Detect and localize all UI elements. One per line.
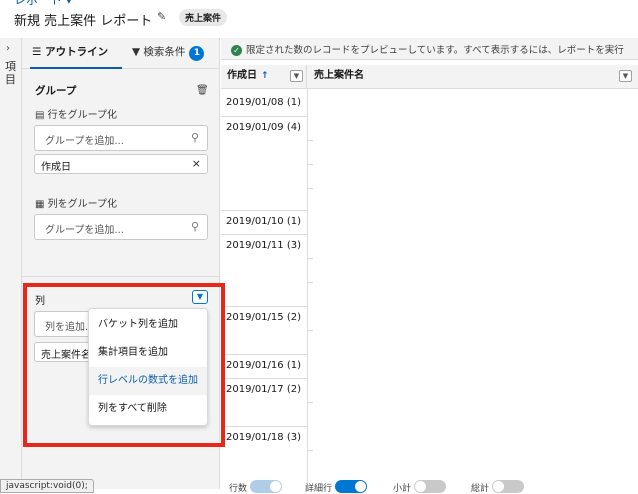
toggle-switch[interactable] [492, 480, 525, 493]
menu-item-remove-all[interactable]: 列をすべて削除 [89, 395, 207, 423]
column-header-created-date[interactable]: 作成日 ↑ ▼ [221, 65, 307, 89]
group-cols-label-text: 列をグループ化 [47, 199, 118, 210]
add-column-input[interactable]: 列を追加... [34, 311, 90, 337]
subtotals-label: 小計 [393, 484, 412, 494]
column-name: 売上案件名 [41, 350, 91, 361]
footer-toggles: 行数 詳細行 小計 総計 [221, 476, 638, 494]
report-preview: ✓ 限定された数のレコードをプレビューしています。すべて表示するには、レポートを実… [221, 38, 638, 489]
tab-filters-label: 検索条件 [143, 46, 186, 58]
panel-tabs: ☰ アウトライン ▼ 検索条件 1 [22, 38, 220, 69]
row-group-name: 作成日 [41, 162, 71, 173]
row-group-pill[interactable]: 作成日 × [34, 154, 208, 174]
status-url: javascript:void(0); [0, 479, 94, 493]
group-row: 2019/01/10 (1) [221, 210, 307, 227]
menu-item-add-row-formula[interactable]: 行レベルの数式を追加 [89, 367, 207, 395]
fields-label: 項目 [5, 60, 16, 86]
detail-row-divider [307, 450, 313, 451]
detail-row-divider [307, 164, 313, 165]
table-header: 作成日 ↑ ▼ 売上案件名 ▼ [221, 65, 638, 89]
menu-item-add-summary[interactable]: 集計項目を追加 [89, 339, 207, 367]
toggle-switch[interactable] [250, 480, 283, 493]
column-header-opportunity-name[interactable]: 売上案件名 ▼ [308, 65, 638, 89]
chevron-down-icon[interactable]: ▼ [290, 70, 303, 82]
group-row: 2019/01/09 (4) [221, 116, 307, 133]
columns-menu: バケット列を追加 集計項目を追加 行レベルの数式を追加 列をすべて削除 [88, 308, 208, 426]
section-divider [22, 276, 220, 277]
breadcrumb[interactable]: レポート ▾ [14, 0, 72, 8]
detail-rows-label: 詳細行 [305, 484, 333, 494]
search-icon: ⚲ [190, 220, 199, 233]
pencil-icon[interactable]: ✎ [157, 10, 166, 23]
detail-rows-toggle[interactable]: 詳細行 [305, 480, 368, 494]
group-rows-label: ▤ 行をグループ化 [35, 106, 117, 121]
column-header-label: 作成日 [227, 70, 257, 81]
detail-row-divider [307, 330, 313, 331]
group-cols-placeholder: グループを追加... [45, 225, 124, 236]
row-count-label: 行数 [229, 484, 248, 494]
fields-strip[interactable]: › 項目 [0, 38, 22, 489]
group-cols-input[interactable]: グループを追加... ⚲ [34, 214, 208, 240]
list-icon: ☰ [32, 46, 46, 58]
chevron-down-icon[interactable]: ▼ [192, 290, 208, 304]
chevron-right-icon[interactable]: › [6, 43, 10, 54]
toggle-switch[interactable] [335, 480, 368, 493]
report-type-badge: 売上案件 [179, 9, 228, 26]
trash-icon[interactable]: 🗑 [196, 85, 209, 96]
tab-filters[interactable]: ▼ 検索条件 1 [130, 38, 218, 69]
subtotals-toggle[interactable]: 小計 [393, 480, 447, 494]
row-count-toggle[interactable]: 行数 [229, 480, 283, 494]
detail-row-divider [307, 402, 313, 403]
group-rows-input[interactable]: グループを追加... ⚲ [34, 125, 208, 151]
detail-row-divider [307, 258, 313, 259]
filter-icon: ▼ [132, 46, 144, 58]
detail-row-divider [307, 140, 313, 141]
column-header-label: 売上案件名 [314, 70, 364, 81]
group-row: 2019/01/15 (2) [221, 306, 307, 323]
menu-item-add-bucket[interactable]: バケット列を追加 [89, 311, 207, 339]
check-icon: ✓ [231, 45, 242, 56]
group-row: 2019/01/11 (3) [221, 234, 307, 251]
grand-total-toggle[interactable]: 総計 [471, 480, 525, 494]
column-divider [307, 89, 308, 485]
tab-outline-label: アウトライン [45, 46, 109, 58]
columns-title: 列 [35, 296, 45, 307]
rows-icon: ▤ [35, 110, 48, 121]
chevron-down-icon[interactable]: ▼ [619, 70, 632, 82]
group-rows-label-text: 行をグループ化 [47, 110, 118, 121]
add-column-placeholder: 列を追加... [45, 322, 90, 333]
tab-outline[interactable]: ☰ アウトライン [30, 38, 122, 69]
sort-arrow-icon: ↑ [261, 71, 269, 81]
report-header: レポート ▾ 新規 売上案件 レポート ✎ 売上案件 [0, 0, 638, 38]
groups-title: グループ [35, 85, 77, 97]
toggle-switch[interactable] [414, 480, 447, 493]
grand-total-label: 総計 [471, 484, 490, 494]
preview-notice: ✓ 限定された数のレコードをプレビューしています。すべて表示するには、レポートを実… [221, 38, 638, 60]
group-cols-label: ▦ 列をグループ化 [35, 195, 117, 210]
group-row: 2019/01/16 (1) [221, 354, 307, 371]
group-row: 2019/01/17 (2) [221, 378, 307, 395]
group-rows-placeholder: グループを追加... [45, 136, 124, 147]
group-row: 2019/01/08 (1) [226, 97, 301, 108]
report-title: 新規 売上案件 レポート [14, 14, 153, 29]
detail-row-divider [307, 282, 313, 283]
columns-icon: ▦ [35, 199, 48, 210]
detail-row-divider [307, 188, 313, 189]
column-pill[interactable]: 売上案件名 [34, 342, 92, 362]
search-icon: ⚲ [190, 131, 199, 144]
preview-notice-text: 限定された数のレコードをプレビューしています。すべて表示するには、レポートを実行 [246, 45, 624, 56]
close-icon[interactable]: × [192, 157, 201, 170]
group-row: 2019/01/18 (3) [221, 426, 307, 443]
filter-count-badge: 1 [189, 46, 205, 61]
